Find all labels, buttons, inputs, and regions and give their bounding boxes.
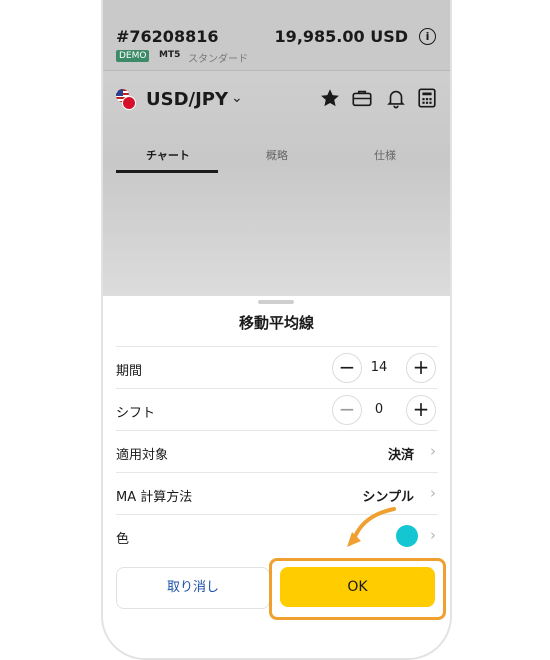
platform-badge: MT5 bbox=[159, 50, 181, 60]
period-increment-button[interactable]: + bbox=[406, 353, 436, 383]
tab-specs[interactable]: 仕様 bbox=[374, 147, 396, 163]
bell-icon[interactable] bbox=[385, 87, 407, 109]
apply-to-value: 決済 bbox=[387, 448, 414, 463]
sheet-drag-handle[interactable] bbox=[258, 300, 294, 304]
shift-row: シフト − 0 + bbox=[116, 388, 438, 431]
star-icon[interactable] bbox=[319, 87, 341, 109]
chevron-right-icon: › bbox=[430, 484, 436, 502]
chevron-down-icon[interactable]: ⌄ bbox=[231, 90, 243, 106]
shift-label: シフト bbox=[116, 406, 156, 421]
calculator-icon[interactable] bbox=[416, 87, 438, 109]
pointer-arrow-icon bbox=[347, 507, 396, 547]
tab-chart[interactable]: チャート bbox=[146, 147, 190, 163]
account-balance: 19,985.00 USD bbox=[274, 27, 408, 46]
tab-overview[interactable]: 概略 bbox=[266, 147, 288, 163]
sheet-title: 移動平均線 bbox=[238, 314, 314, 332]
active-tab-indicator bbox=[116, 170, 218, 173]
ma-method-label: MA 計算方法 bbox=[116, 490, 193, 505]
chevron-right-icon: › bbox=[430, 442, 436, 460]
symbol-selector[interactable]: USD/JPY bbox=[146, 89, 228, 110]
apply-to-label: 適用対象 bbox=[116, 448, 169, 463]
apply-to-row[interactable]: 適用対象 決済 › bbox=[116, 430, 438, 473]
info-icon[interactable]: i bbox=[419, 28, 436, 45]
shift-value: 0 bbox=[374, 402, 384, 417]
cancel-button[interactable]: 取り消し bbox=[116, 567, 270, 609]
color-label: 色 bbox=[116, 532, 130, 547]
account-id: #76208816 bbox=[116, 27, 219, 46]
shift-decrement-button[interactable]: − bbox=[332, 395, 362, 425]
briefcase-icon[interactable] bbox=[351, 87, 373, 109]
shift-increment-button[interactable]: + bbox=[406, 395, 436, 425]
ok-button-highlight bbox=[269, 558, 446, 620]
period-decrement-button[interactable]: − bbox=[332, 353, 362, 383]
period-row: 期間 − 14 + bbox=[116, 346, 438, 389]
account-header: #76208816 19,985.00 USD i DEMO MT5 スタンダー… bbox=[103, 0, 450, 71]
period-value: 14 bbox=[370, 360, 388, 375]
period-label: 期間 bbox=[116, 364, 143, 379]
chevron-right-icon: › bbox=[430, 526, 436, 544]
account-type: スタンダード bbox=[188, 54, 248, 65]
currency-flag-icon bbox=[116, 89, 136, 110]
demo-badge: DEMO bbox=[116, 50, 150, 62]
